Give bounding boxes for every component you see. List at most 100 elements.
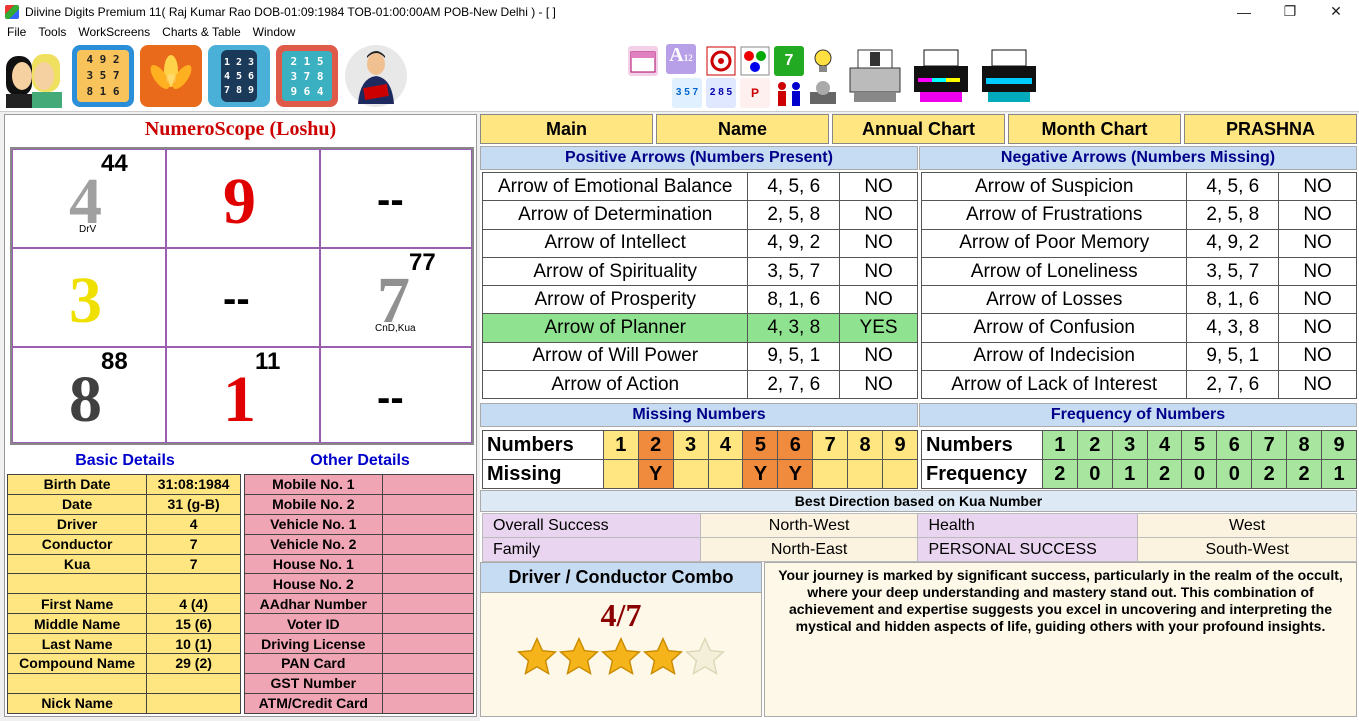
other-detail-row[interactable]: House No. 1 (244, 553, 475, 575)
nums2-glyph: 2 8 5 (709, 87, 733, 98)
arrow-name: Arrow of Action (481, 370, 749, 400)
other-detail-row[interactable]: ATM/Credit Card (244, 692, 475, 714)
grid-cell-6[interactable]: 7 77 CnD,Kua (320, 248, 472, 347)
basic-detail-label: Middle Name (6, 613, 148, 635)
negative-arrow-row[interactable]: Arrow of Confusion 4, 3, 8 NO (920, 313, 1357, 343)
other-detail-row[interactable]: Mobile No. 1 (244, 474, 475, 495)
basic-detail-row[interactable]: Conductor 7 (6, 533, 241, 555)
positive-arrow-row[interactable]: Arrow of Action 2, 7, 6 NO (481, 370, 918, 400)
basic-detail-value: 7 (146, 553, 241, 575)
basic-detail-row[interactable]: Compound Name 29 (2) (6, 653, 241, 674)
grid-cell-5[interactable]: -- (166, 248, 320, 347)
family-icon[interactable] (774, 78, 804, 108)
positive-arrow-row[interactable]: Arrow of Spirituality 3, 5, 7 NO (481, 256, 918, 287)
basic-detail-row[interactable]: Nick Name (6, 692, 241, 714)
other-detail-row[interactable]: PAN Card (244, 653, 475, 674)
missing-flag-cell (672, 459, 709, 489)
bulb-icon[interactable] (808, 46, 838, 76)
grid-cell-9[interactable]: -- (320, 347, 472, 443)
lo-shu-grid-icon[interactable]: 4 9 2 3 5 7 8 1 6 (72, 45, 134, 107)
tab-prashna[interactable]: PRASHNA (1184, 114, 1357, 144)
other-detail-row[interactable]: Vehicle No. 2 (244, 533, 475, 555)
close-button[interactable]: ✕ (1313, 0, 1359, 23)
basic-detail-row[interactable]: Date 31 (g-B) (6, 493, 241, 515)
tab-month-chart[interactable]: Month Chart (1008, 114, 1181, 144)
other-detail-row[interactable]: Driving License (244, 633, 475, 655)
chart-icon[interactable]: 2 8 5 (706, 78, 736, 108)
negative-arrow-row[interactable]: Arrow of Poor Memory 4, 9, 2 NO (920, 228, 1357, 258)
printer-1-icon[interactable] (846, 48, 904, 106)
businessman-icon[interactable] (344, 44, 408, 108)
arrow-name: Arrow of Confusion (920, 313, 1188, 343)
negative-arrow-row[interactable]: Arrow of Indecision 9, 5, 1 NO (920, 341, 1357, 372)
number-square-icon[interactable]: 2 1 5 3 7 8 9 6 4 (276, 45, 338, 107)
tab-name[interactable]: Name (656, 114, 829, 144)
number-7-icon[interactable]: 7 (774, 46, 804, 76)
arrow-status: NO (1278, 171, 1357, 202)
other-detail-value (381, 533, 475, 555)
app-icon (5, 4, 19, 19)
other-detail-row[interactable]: House No. 2 (244, 573, 475, 595)
grid-cell-2[interactable]: 9 (166, 149, 320, 248)
arrow-status: NO (1278, 256, 1357, 287)
minimize-button[interactable]: — (1221, 0, 1267, 23)
negative-arrow-row[interactable]: Arrow of Frustrations 2, 5, 8 NO (920, 200, 1357, 230)
other-detail-row[interactable]: AAdhar Number (244, 593, 475, 615)
menu-charts-table[interactable]: Charts & Table (155, 23, 241, 42)
arrow-status: NO (839, 370, 918, 400)
grid-cell-8[interactable]: 1 11 (166, 347, 320, 443)
arrow-status: NO (1278, 285, 1357, 315)
tab-annual-chart[interactable]: Annual Chart (832, 114, 1005, 144)
target-icon[interactable] (706, 46, 736, 76)
other-detail-label: Vehicle No. 2 (244, 533, 383, 555)
tab-main[interactable]: Main (480, 114, 653, 144)
basic-detail-row[interactable] (6, 672, 241, 694)
other-detail-row[interactable]: Vehicle No. 1 (244, 513, 475, 535)
menu-file[interactable]: File (0, 23, 26, 42)
menu-tools[interactable]: Tools (31, 23, 66, 42)
negative-arrow-row[interactable]: Arrow of Suspicion 4, 5, 6 NO (920, 171, 1357, 202)
arrow-numbers: 4, 3, 8 (1186, 313, 1280, 343)
direction-value: West (1137, 513, 1357, 538)
positive-arrow-row[interactable]: Arrow of Will Power 9, 5, 1 NO (481, 341, 918, 372)
positive-arrow-row[interactable]: Arrow of Planner 4, 3, 8 YES (481, 313, 918, 343)
menu-window[interactable]: Window (246, 23, 296, 42)
negative-arrow-row[interactable]: Arrow of Losses 8, 1, 6 NO (920, 285, 1357, 315)
positive-arrow-row[interactable]: Arrow of Determination 2, 5, 8 NO (481, 200, 918, 230)
calendar-icon[interactable] (628, 46, 658, 76)
basic-detail-row[interactable] (6, 573, 241, 595)
pencil-icon[interactable]: P (740, 78, 770, 108)
letters-numbers-icon[interactable]: A12 (666, 44, 696, 74)
basic-detail-row[interactable]: Birth Date 31:08:1984 (6, 474, 241, 495)
other-detail-row[interactable]: GST Number (244, 672, 475, 694)
grid-cell-1[interactable]: 4 44 DrV (12, 149, 166, 248)
positive-arrow-row[interactable]: Arrow of Intellect 4, 9, 2 NO (481, 228, 918, 258)
basic-detail-label (6, 672, 148, 694)
positive-arrow-row[interactable]: Arrow of Prosperity 8, 1, 6 NO (481, 285, 918, 315)
grid-cell-3[interactable]: -- (320, 149, 472, 248)
positive-arrow-row[interactable]: Arrow of Emotional Balance 4, 5, 6 NO (481, 171, 918, 202)
frequency-value-cell: 1 (1111, 459, 1148, 489)
grid-cell-4[interactable]: 3 (12, 248, 166, 347)
printer-2-icon[interactable] (910, 48, 972, 106)
phone-keypad-icon[interactable]: 1 2 3 4 5 6 7 8 9 (208, 45, 270, 107)
basic-detail-row[interactable]: First Name 4 (4) (6, 593, 241, 615)
basic-detail-row[interactable]: Last Name 10 (1) (6, 633, 241, 655)
tile1-row3: 8 1 6 (86, 85, 120, 98)
other-detail-row[interactable]: Voter ID (244, 613, 475, 635)
other-detail-row[interactable]: Mobile No. 2 (244, 493, 475, 515)
negative-arrow-row[interactable]: Arrow of Lack of Interest 2, 7, 6 NO (920, 370, 1357, 400)
basic-detail-row[interactable]: Driver 4 (6, 513, 241, 535)
grid-cell-7[interactable]: 8 88 (12, 347, 166, 443)
numbers-icon[interactable]: 3 5 7 (672, 78, 702, 108)
lotus-icon[interactable] (140, 45, 202, 107)
dots-icon[interactable] (740, 46, 770, 76)
basic-detail-row[interactable]: Kua 7 (6, 553, 241, 575)
menu-workscreens[interactable]: WorkScreens (71, 23, 150, 42)
negative-arrow-row[interactable]: Arrow of Loneliness 3, 5, 7 NO (920, 256, 1357, 287)
basic-detail-row[interactable]: Middle Name 15 (6) (6, 613, 241, 635)
maximize-button[interactable]: ❐ (1267, 0, 1313, 23)
people-icon[interactable] (4, 46, 64, 108)
gear-icon[interactable] (808, 78, 838, 108)
printer-3-icon[interactable] (978, 48, 1040, 106)
